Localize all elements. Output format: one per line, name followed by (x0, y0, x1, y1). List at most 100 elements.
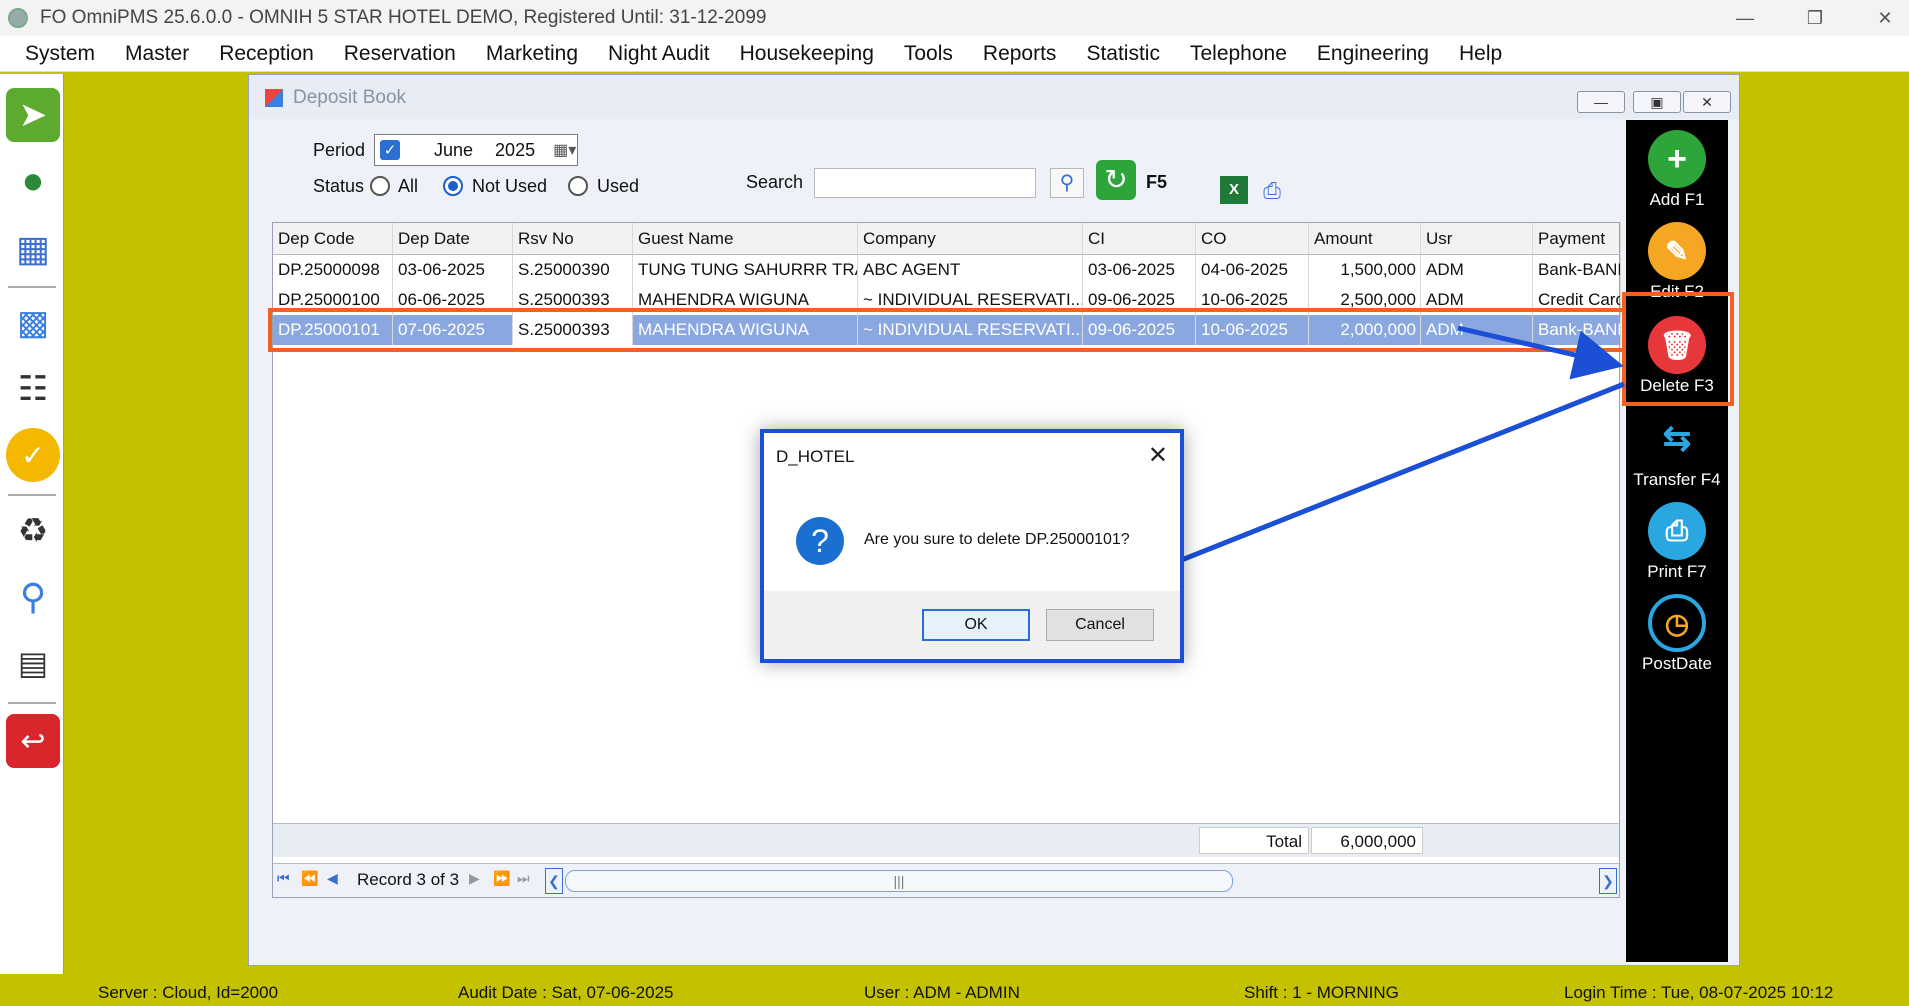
delete-confirm-dialog: D_HOTEL ✕ ? Are you sure to delete DP.25… (760, 429, 1184, 663)
column-header[interactable]: Rsv No (513, 223, 633, 253)
total-value: 6,000,000 (1311, 827, 1423, 854)
scroll-right-icon[interactable]: ❯ (1599, 868, 1617, 894)
calendar-dropdown-icon[interactable]: ▦▾ (553, 140, 576, 160)
transfer-arrows-icon: ⇆ (1662, 420, 1692, 458)
grid-header: Dep Code Dep Date Rsv No Guest Name Comp… (273, 223, 1621, 255)
search-analytics-icon[interactable]: ⚲ (6, 570, 60, 624)
menu-system[interactable]: System (25, 42, 95, 66)
menu-reception[interactable]: Reception (219, 42, 314, 66)
cell-amount: 1,500,000 (1309, 255, 1421, 285)
record-counter: Record 3 of 3 (357, 870, 460, 889)
column-header[interactable]: Company (858, 223, 1083, 253)
statistics-chart-icon[interactable]: ▤ (6, 636, 60, 690)
column-header[interactable]: Amount (1309, 223, 1421, 253)
window-title: FO OmniPMS 25.6.0.0 - OMNIH 5 STAR HOTEL… (40, 7, 767, 28)
cancel-button[interactable]: Cancel (1046, 609, 1154, 641)
search-label: Search (746, 172, 804, 192)
status-server: Server : Cloud, Id=2000 (98, 983, 279, 1002)
column-header[interactable]: Payment (1533, 223, 1621, 253)
printer-export-icon[interactable]: ⎙ (1258, 178, 1286, 204)
transfer-button[interactable]: ⇆ Transfer F4 (1626, 404, 1728, 494)
ok-button[interactable]: OK (922, 609, 1030, 641)
refresh-icon[interactable]: ↻ (1096, 160, 1136, 200)
prev-record-icon[interactable]: ◀ (327, 870, 338, 887)
left-dock: ➤ ● ▦ ▩ ☷ ✓ ♻ ⚲ ▤ ↩ (0, 74, 64, 974)
dialog-button-bar: OK Cancel (764, 591, 1180, 659)
column-header[interactable]: Usr (1421, 223, 1533, 253)
search-icon[interactable]: ⚲ (1050, 168, 1084, 198)
dialog-title: D_HOTEL (776, 447, 855, 466)
calendar-icon[interactable]: ☷ (6, 362, 60, 416)
next-record-icon[interactable]: ▶ (469, 870, 480, 887)
prev-page-icon[interactable]: ⏪ (301, 870, 318, 887)
excel-export-icon[interactable]: X (1220, 176, 1248, 204)
menu-master[interactable]: Master (125, 42, 189, 66)
table-row[interactable]: DP.25000098 03-06-2025 S.25000390 TUNG T… (273, 255, 1621, 285)
status-not-used-radio[interactable] (443, 176, 463, 196)
column-header[interactable]: Dep Date (393, 223, 513, 253)
cell-co: 04-06-2025 (1196, 255, 1309, 285)
floor-plan-icon[interactable]: ▦ (6, 222, 60, 276)
grid-footer: Total 6,000,000 (273, 823, 1619, 857)
minimize-icon[interactable]: — (1710, 0, 1780, 36)
period-picker[interactable]: ✓ June 2025 ▦▾ (374, 134, 578, 166)
menu-reports[interactable]: Reports (983, 42, 1057, 66)
availability-icon[interactable]: ✓ (6, 428, 60, 482)
next-page-icon[interactable]: ⏩ (493, 870, 510, 887)
cell-company: ABC AGENT (858, 255, 1083, 285)
menu-reservation[interactable]: Reservation (344, 42, 456, 66)
menu-statistic[interactable]: Statistic (1086, 42, 1160, 66)
maximize-icon[interactable]: ▣ (1633, 91, 1681, 113)
refresh-shortcut: F5 (1146, 172, 1168, 192)
restore-icon[interactable]: ❐ (1780, 0, 1850, 36)
room-grid-icon[interactable]: ▩ (6, 296, 60, 350)
menu-telephone[interactable]: Telephone (1190, 42, 1287, 66)
scroll-left-icon[interactable]: ❮ (545, 868, 563, 894)
guests-icon[interactable]: ● (6, 154, 60, 208)
menu-engineering[interactable]: Engineering (1317, 42, 1429, 66)
status-all-radio[interactable] (370, 176, 390, 196)
status-label: Status (313, 176, 365, 196)
print-button[interactable]: ⎙ Print F7 (1626, 496, 1728, 586)
search-input[interactable] (814, 168, 1036, 198)
close-icon[interactable]: ✕ (1683, 91, 1731, 113)
add-button[interactable]: + Add F1 (1626, 124, 1728, 214)
last-record-icon[interactable]: ⏭ (517, 870, 530, 887)
menu-housekeeping[interactable]: Housekeeping (740, 42, 874, 66)
status-bar: Server : Cloud, Id=2000 Audit Date : Sat… (0, 978, 1909, 1006)
first-record-icon[interactable]: ⏮ (277, 870, 290, 887)
add-label: Add F1 (1649, 190, 1705, 209)
record-navigator: ⏮ ⏪ ◀ Record 3 of 3 ▶ ⏩ ⏭ ❮ ||| ❯ (273, 863, 1619, 897)
logout-icon[interactable]: ↩ (6, 714, 60, 768)
menu-marketing[interactable]: Marketing (486, 42, 578, 66)
column-header[interactable]: CO (1196, 223, 1309, 253)
total-label: Total (1199, 827, 1309, 854)
close-icon[interactable]: ✕ (1850, 0, 1909, 36)
minimize-icon[interactable]: — (1577, 91, 1625, 113)
horizontal-scrollbar[interactable]: ||| (565, 870, 1233, 892)
cell-usr: ADM (1421, 255, 1533, 285)
housekeeping-icon[interactable]: ♻ (6, 504, 60, 558)
walk-in-icon[interactable]: ➤ (6, 88, 60, 142)
cell-guest-name: TUNG TUNG SAHURRR TRA... (633, 255, 858, 285)
status-used-radio[interactable] (568, 176, 588, 196)
deposit-book-title: Deposit Book (293, 87, 407, 108)
period-label: Period (313, 140, 366, 160)
cell-dep-code: DP.25000098 (273, 255, 393, 285)
status-shift: Shift : 1 - MORNING (1244, 983, 1399, 1002)
period-month: June (434, 139, 474, 160)
close-icon[interactable]: ✕ (1148, 441, 1168, 470)
postdate-button[interactable]: ◷ PostDate (1626, 588, 1728, 678)
menu-help[interactable]: Help (1459, 42, 1502, 66)
menu-tools[interactable]: Tools (904, 42, 953, 66)
cell-dep-date: 03-06-2025 (393, 255, 513, 285)
column-header[interactable]: Dep Code (273, 223, 393, 253)
period-checkbox[interactable]: ✓ (380, 140, 400, 160)
period-year: 2025 (495, 139, 536, 160)
title-bar: FO OmniPMS 25.6.0.0 - OMNIH 5 STAR HOTEL… (0, 0, 1909, 36)
column-header[interactable]: CI (1083, 223, 1196, 253)
menu-night-audit[interactable]: Night Audit (608, 42, 710, 66)
column-header[interactable]: Guest Name (633, 223, 858, 253)
status-user: User : ADM - ADMIN (864, 983, 1020, 1002)
menu-bar: System Master Reception Reservation Mark… (0, 36, 1909, 72)
